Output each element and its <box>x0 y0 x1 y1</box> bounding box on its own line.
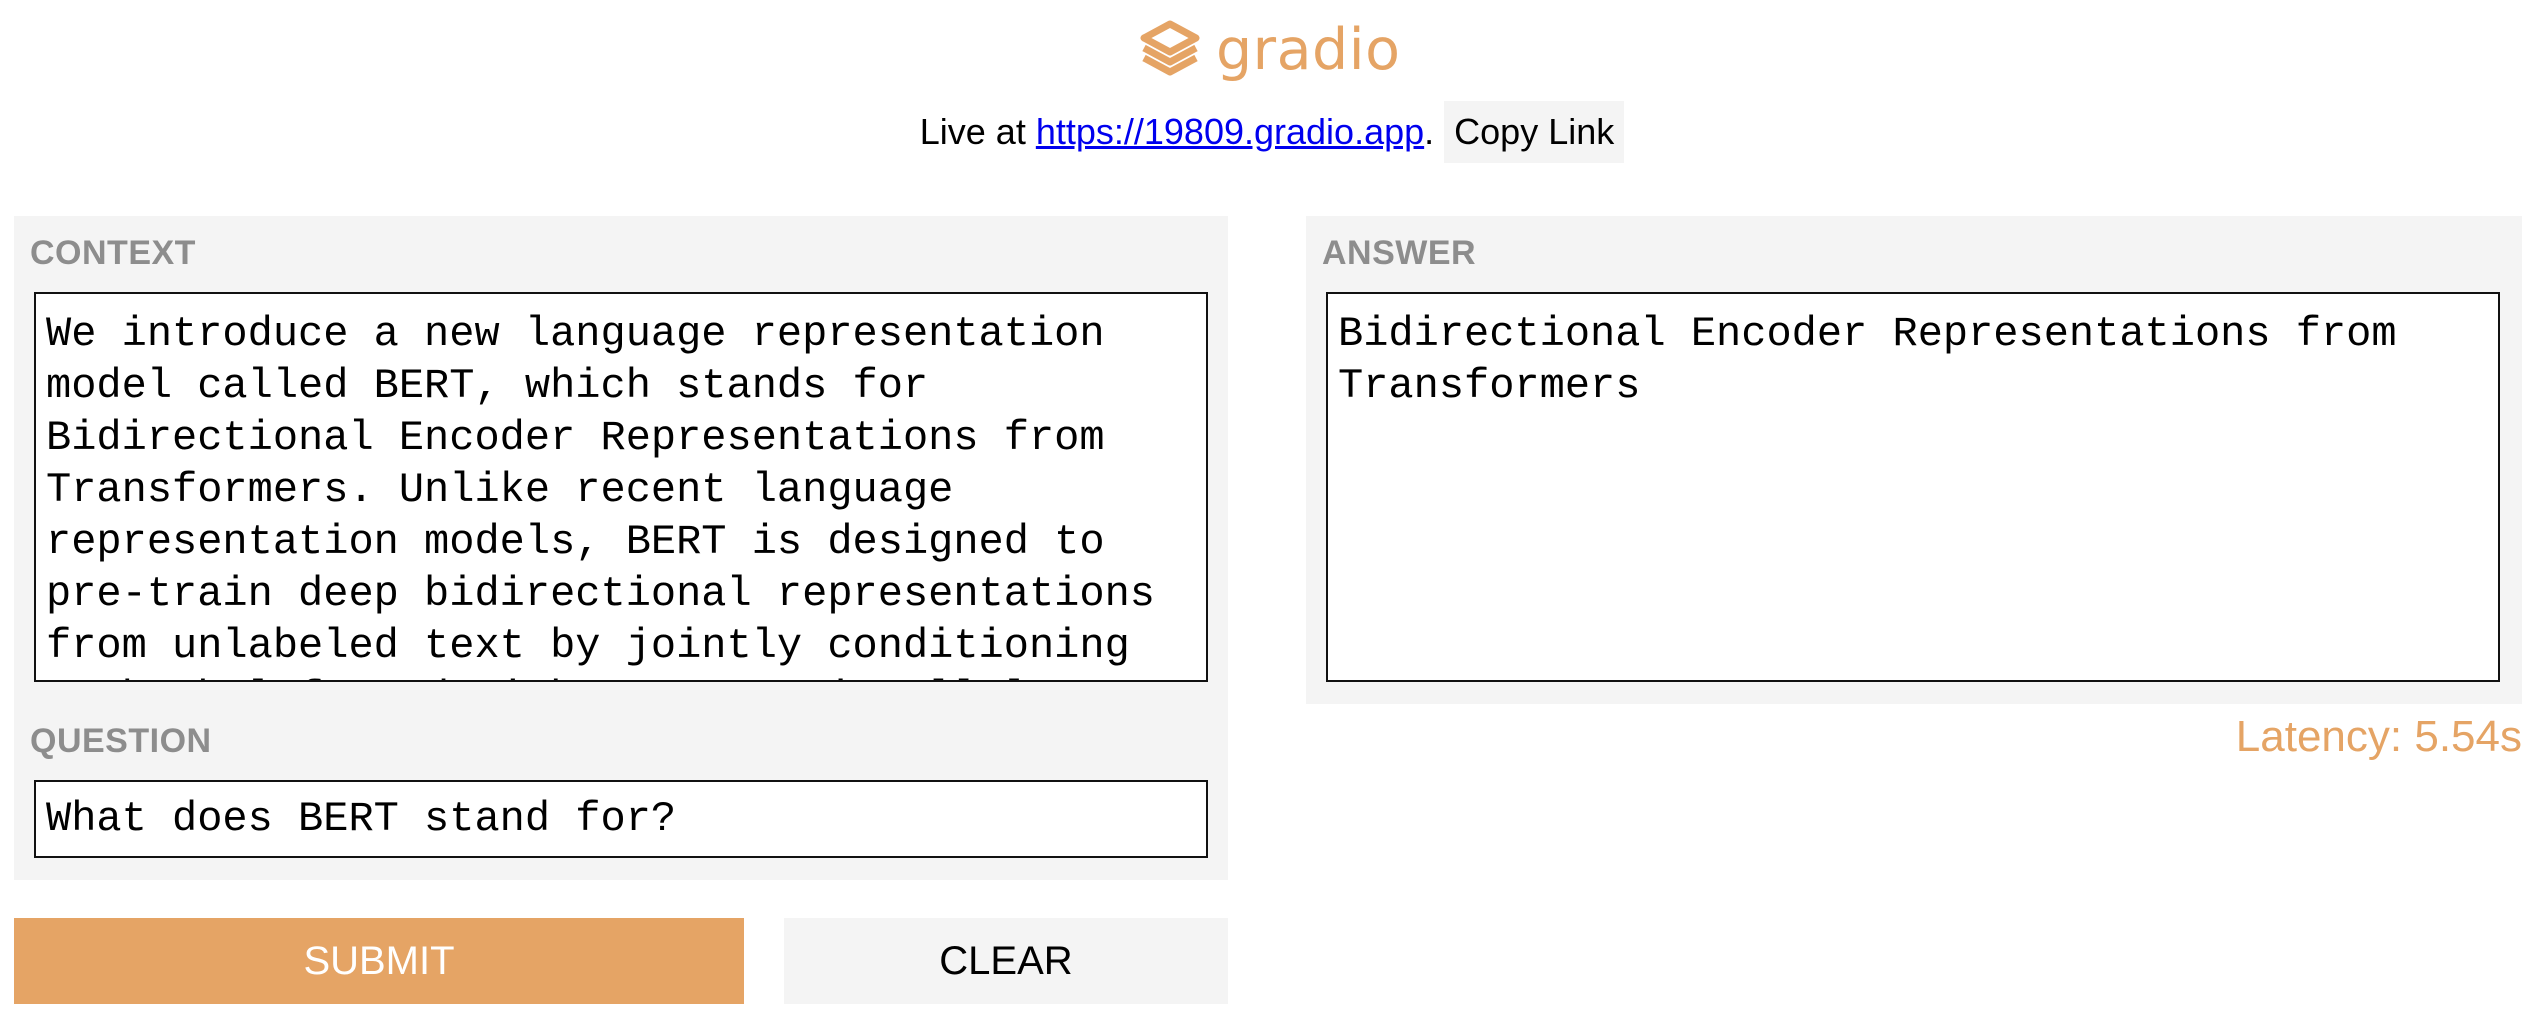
answer-textarea[interactable] <box>1326 292 2500 682</box>
copy-link-button[interactable]: Copy Link <box>1444 101 1625 163</box>
share-suffix: . <box>1424 111 1435 152</box>
submit-button[interactable]: SUBMIT <box>14 918 744 1004</box>
input-panel: CONTEXT QUESTION <box>14 216 1228 880</box>
share-prefix: Live at <box>919 111 1036 152</box>
answer-label: ANSWER <box>1322 234 1477 272</box>
gradio-logo: gradio <box>1138 14 1400 86</box>
share-link[interactable]: https://19809.gradio.app <box>1036 111 1424 153</box>
clear-button[interactable]: CLEAR <box>784 918 1228 1004</box>
gradio-interface: gradio Live at https://19809.gradio.app … <box>0 0 2544 1016</box>
context-label: CONTEXT <box>30 234 196 272</box>
brand-name: gradio <box>1216 16 1401 83</box>
gradio-logo-icon <box>1138 18 1202 83</box>
question-input[interactable] <box>34 780 1208 858</box>
share-row: Live at https://19809.gradio.app . Copy … <box>0 100 2544 164</box>
question-label: QUESTION <box>30 722 212 760</box>
context-textarea[interactable] <box>34 292 1208 682</box>
latency-text: Latency: 5.54s <box>2235 712 2522 761</box>
output-panel: ANSWER <box>1306 216 2522 704</box>
